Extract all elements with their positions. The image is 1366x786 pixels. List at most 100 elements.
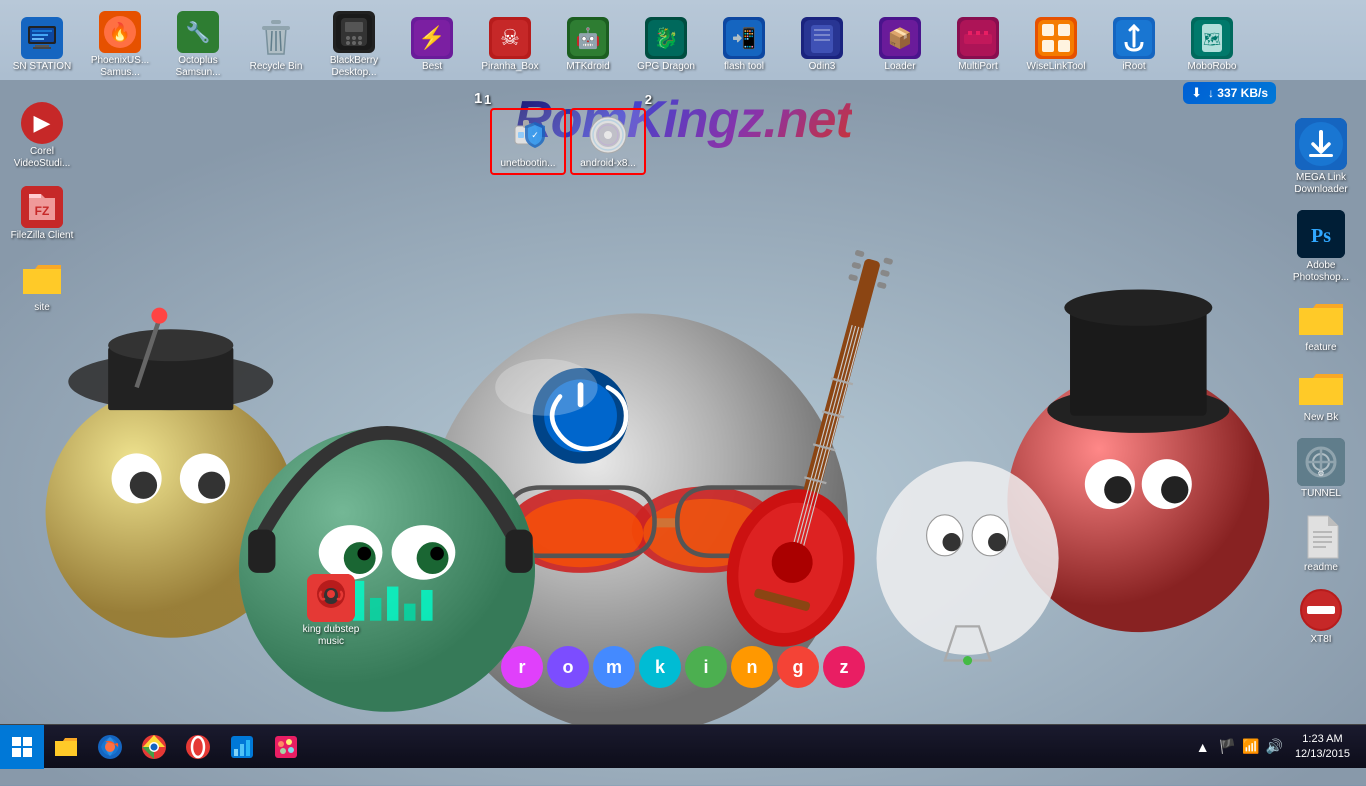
system-tray: ▲ 🏴 📶 🔊 xyxy=(1193,738,1283,755)
desktop-icon-photoshop[interactable]: Ps Adobe Photoshop... xyxy=(1277,206,1365,288)
clock-time: 1:23 AM xyxy=(1302,732,1342,746)
desktop-icon-xt8i[interactable]: XT8I xyxy=(1277,584,1365,650)
taskbar-opera[interactable] xyxy=(176,725,220,769)
desktop-icon-gpg-dragon[interactable]: 🐉 GPG Dragon xyxy=(628,13,704,77)
top-icon-row: SN STATION 🔥 PhoenixUS... Samus... 🔧 Oct… xyxy=(0,0,1366,90)
android-number: 2 xyxy=(645,92,652,107)
desktop-icon-phoenix[interactable]: 🔥 PhoenixUS... Samus... xyxy=(82,7,158,83)
desktop-icon-site[interactable]: site xyxy=(4,254,80,318)
letter-i: i xyxy=(685,646,727,688)
android-label: android-x8... xyxy=(580,158,636,169)
desktop-icon-readme[interactable]: readme xyxy=(1277,510,1365,578)
taskbar-right: ▲ 🏴 📶 🔊 1:23 AM 12/13/2015 xyxy=(1193,725,1366,768)
photoshop-label: Adobe Photoshop... xyxy=(1285,260,1357,284)
site-label: site xyxy=(34,302,50,314)
svg-text:Ps: Ps xyxy=(1311,225,1331,247)
mega-speed-text: ↓ 337 KB/s xyxy=(1208,86,1268,100)
taskbar-task-manager[interactable] xyxy=(220,725,264,769)
desktop-icon-tunnel[interactable]: ⚙ TUNNEL xyxy=(1277,434,1365,504)
desktop-icon-recycle-bin[interactable]: Recycle Bin xyxy=(238,13,314,77)
desktop-icon-new-bk[interactable]: New Bk xyxy=(1277,364,1365,428)
icon-number-1: 1 xyxy=(474,90,482,107)
system-clock[interactable]: 1:23 AM 12/13/2015 xyxy=(1287,732,1358,761)
odin3-label: Odin3 xyxy=(809,61,836,73)
filezilla-label: FileZilla Client xyxy=(11,230,74,242)
tray-volume-icon[interactable]: 🔊 xyxy=(1266,738,1283,755)
svg-text:🔧: 🔧 xyxy=(186,20,211,44)
svg-text:⚙: ⚙ xyxy=(1317,469,1324,478)
loader-label: Loader xyxy=(884,61,915,73)
flash-tool-label: flash tool xyxy=(724,61,764,73)
svg-text:⚡: ⚡ xyxy=(418,25,445,51)
svg-text:🔥: 🔥 xyxy=(109,21,131,42)
desktop-icon-moborobo[interactable]: 🗺 MoboRobo xyxy=(1174,13,1250,77)
svg-text:📦: 📦 xyxy=(888,26,913,50)
start-button[interactable] xyxy=(0,725,44,769)
phoenix-label: PhoenixUS... Samus... xyxy=(84,55,156,79)
taskbar-firefox[interactable] xyxy=(88,725,132,769)
mega-speed-banner[interactable]: ⬇ ↓ 337 KB/s xyxy=(1183,82,1276,104)
left-icon-column: ▶ Corel VideoStudi... FZ FileZilla Clien… xyxy=(0,90,80,724)
feature-label: feature xyxy=(1305,342,1336,354)
letter-n: n xyxy=(731,646,773,688)
sn-station-label: SN STATION xyxy=(13,61,72,73)
desktop-icon-mtkdroid[interactable]: 🤖 MTKdroid xyxy=(550,13,626,77)
letter-r: r xyxy=(501,646,543,688)
desktop-icon-multiport[interactable]: MultiPort xyxy=(940,13,1016,77)
desktop-icon-piranha[interactable]: ☠ Piranha_Box xyxy=(472,13,548,77)
desktop-icon-best[interactable]: ⚡ Best xyxy=(394,13,470,77)
unetbootin-number: 1 xyxy=(484,92,491,107)
letter-k: k xyxy=(639,646,681,688)
desktop-icon-king-dubstep[interactable]: king dubstep music xyxy=(295,574,367,648)
taskbar-chrome[interactable] xyxy=(132,725,176,769)
taskbar-pinned-icons xyxy=(44,725,308,768)
svg-text:🗺: 🗺 xyxy=(1203,31,1221,47)
floating-icons-container: 1 1 ✓ unetbootin... xyxy=(490,108,646,175)
clock-date: 12/13/2015 xyxy=(1295,747,1350,761)
unetbootin-label: unetbootin... xyxy=(500,158,555,169)
letter-g: g xyxy=(777,646,819,688)
desktop-icon-sn-station[interactable]: SN STATION xyxy=(4,13,80,77)
tray-expand-button[interactable]: ▲ xyxy=(1193,739,1213,755)
svg-text:🐉: 🐉 xyxy=(654,26,679,50)
piranha-label: Piranha_Box xyxy=(481,61,538,73)
desktop-icon-feature[interactable]: feature xyxy=(1277,294,1365,358)
best-label: Best xyxy=(422,61,442,73)
mtkdroid-label: MTKdroid xyxy=(566,61,609,73)
desktop-icon-iroot[interactable]: iRoot xyxy=(1096,13,1172,77)
svg-text:▶: ▶ xyxy=(34,110,51,135)
moborobo-label: MoboRobo xyxy=(1188,61,1237,73)
multiport-label: MultiPort xyxy=(958,61,997,73)
tray-network-icon[interactable]: 📶 xyxy=(1242,738,1259,755)
recycle-bin-label: Recycle Bin xyxy=(250,61,303,73)
corel-label: Corel VideoStudi... xyxy=(6,146,78,170)
svg-text:🤖: 🤖 xyxy=(576,26,601,50)
wiselinktool-label: WiseLinkTool xyxy=(1027,61,1086,73)
desktop-icon-blackberry[interactable]: BlackBerry Desktop... xyxy=(316,7,392,83)
taskbar-file-explorer[interactable] xyxy=(44,725,88,769)
svg-text:📲: 📲 xyxy=(732,26,757,50)
taskbar: ▲ 🏴 📶 🔊 1:23 AM 12/13/2015 xyxy=(0,724,1366,768)
svg-text:✓: ✓ xyxy=(531,130,539,140)
svg-text:FZ: FZ xyxy=(35,204,50,218)
xt8i-label: XT8I xyxy=(1310,634,1331,646)
tray-flag-icon[interactable]: 🏴 xyxy=(1219,738,1236,755)
desktop-icon-mega[interactable]: MEGA Link Downloader xyxy=(1277,114,1365,200)
desktop-icon-wiselinktool[interactable]: WiseLinkTool xyxy=(1018,13,1094,77)
desktop-icon-flash-tool[interactable]: 📲 flash tool xyxy=(706,13,782,77)
floating-icon-android[interactable]: 2 android-x8... xyxy=(570,108,646,175)
king-dubstep-label: king dubstep music xyxy=(295,624,367,648)
blackberry-label: BlackBerry Desktop... xyxy=(318,55,390,79)
desktop-icon-loader[interactable]: 📦 Loader xyxy=(862,13,938,77)
tunnel-label: TUNNEL xyxy=(1301,488,1341,500)
letter-o: o xyxy=(547,646,589,688)
gpg-dragon-label: GPG Dragon xyxy=(637,61,695,73)
iroot-label: iRoot xyxy=(1122,61,1145,73)
desktop-icon-corel[interactable]: ▶ Corel VideoStudi... xyxy=(4,98,80,174)
desktop-icon-filezilla[interactable]: FZ FileZilla Client xyxy=(4,182,80,246)
new-bk-label: New Bk xyxy=(1304,412,1338,424)
taskbar-paint[interactable] xyxy=(264,725,308,769)
floating-icon-unetbootin[interactable]: 1 ✓ unetbootin... xyxy=(490,108,566,175)
desktop-icon-octoplus[interactable]: 🔧 Octoplus Samsun... xyxy=(160,7,236,83)
desktop-icon-odin3[interactable]: Odin3 xyxy=(784,13,860,77)
